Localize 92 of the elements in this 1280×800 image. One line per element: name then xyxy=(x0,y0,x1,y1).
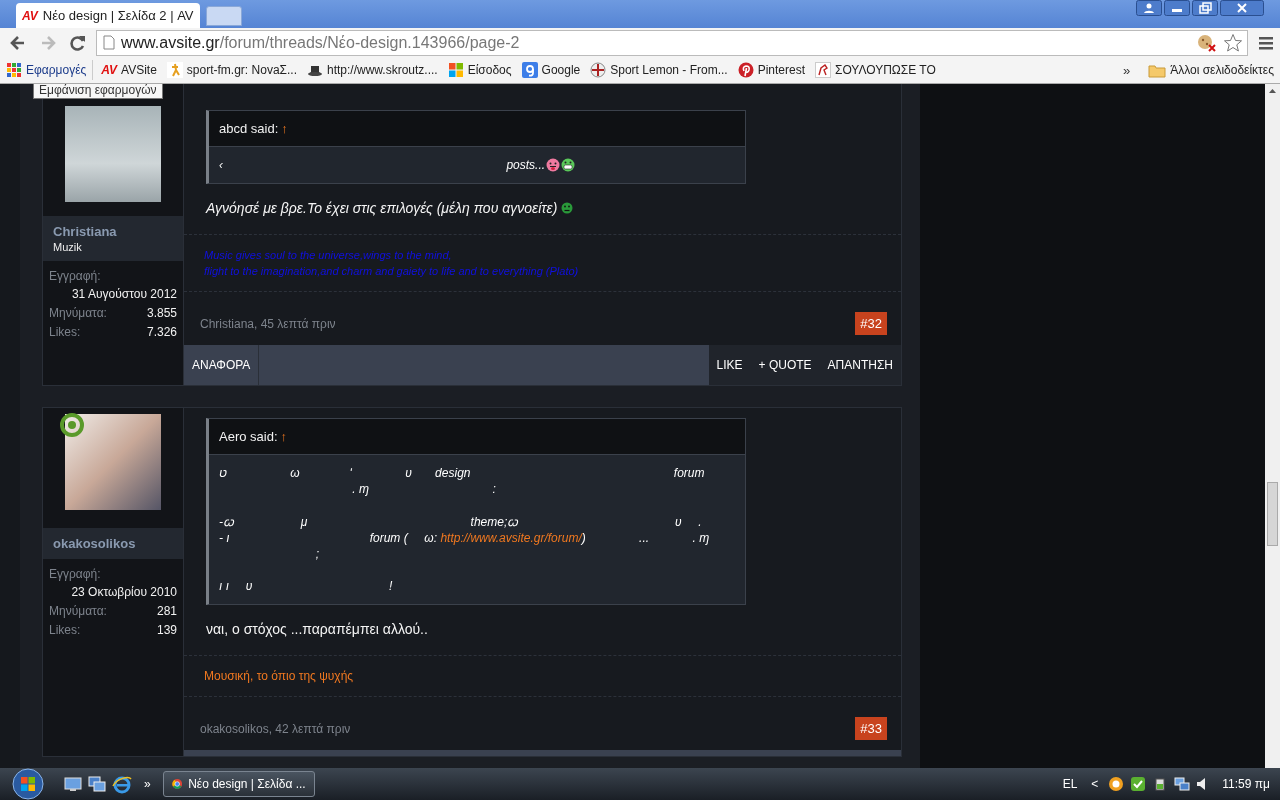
user-title: Muzik xyxy=(53,241,83,253)
bookmark[interactable]: ΣΟΥΛΟΥΠΩΣΕ ΤΟ xyxy=(813,60,938,80)
post-number-link[interactable]: #33 xyxy=(855,717,887,740)
bookmark[interactable]: http://www.skroutz.... xyxy=(304,60,440,80)
check-icon[interactable] xyxy=(1130,776,1147,792)
bookmark[interactable]: Sport Lemon - From... xyxy=(588,60,730,80)
quote-author: Aero said: xyxy=(219,429,278,444)
url-text: www.avsite.gr/forum/threads/Νέο-design.143966/page-2 xyxy=(121,33,520,52)
username-link[interactable]: okakosolikos xyxy=(53,536,173,551)
stat-value: 139 xyxy=(156,623,177,637)
stat-label: Likes: xyxy=(49,623,81,637)
quote-text: ı ı υ ! xyxy=(219,579,393,593)
url-link[interactable]: http://www.avsite.gr/forum/ xyxy=(440,531,582,545)
stat-value: 31 Αυγούστου 2012 xyxy=(70,287,177,301)
smiley-icon xyxy=(561,202,574,214)
stat-value: 23 Οκτωβρίου 2010 xyxy=(70,585,177,599)
grin-smiley-icon xyxy=(561,158,576,172)
runner-icon xyxy=(166,62,183,78)
language-indicator[interactable]: EL xyxy=(1062,777,1078,791)
bookmark[interactable]: Pinterest xyxy=(735,60,807,80)
message-text: ναι, ο στόχος ...παραπέμπει αλλού.. xyxy=(206,621,428,637)
post-action-link[interactable]: LIKE xyxy=(708,345,751,385)
blocked-cookie-icon[interactable] xyxy=(1195,32,1217,53)
avatar-photo-placeholder[interactable] xyxy=(65,414,161,510)
stat-label: Εγγραφή: xyxy=(49,269,102,283)
page-icon xyxy=(103,35,115,50)
menu-icon[interactable] xyxy=(1258,34,1274,51)
jump-to-quote-link[interactable]: ↑ xyxy=(281,121,288,136)
bookmark[interactable]: Είσοδος xyxy=(445,60,514,80)
bookmark[interactable]: Εφαρμογές xyxy=(4,60,94,80)
quote-text: . ɱ : xyxy=(351,482,496,496)
stat-value: 3.855 xyxy=(146,306,177,320)
stat-value: 281 xyxy=(156,604,177,618)
quote-text: ; xyxy=(314,547,320,561)
restore-icon[interactable] xyxy=(1192,0,1218,16)
username-link[interactable]: Christiana xyxy=(53,224,173,239)
overflow-chevron[interactable]: » xyxy=(1122,62,1131,78)
report-link[interactable]: ΑΝΑΦΟΡΑ xyxy=(184,345,260,385)
post-action-link[interactable]: + QUOTE xyxy=(750,345,820,385)
desktop-icon[interactable] xyxy=(64,776,82,792)
network-icon[interactable] xyxy=(1174,776,1191,792)
browser-globe-icon[interactable] xyxy=(112,774,132,794)
quote-author: abcd said: xyxy=(219,121,279,136)
stat-value: 7.326 xyxy=(146,325,177,339)
scrollbar-thumb[interactable] xyxy=(1267,482,1278,546)
minimize-icon[interactable] xyxy=(1164,0,1190,16)
apps-grid-icon xyxy=(6,62,22,78)
quote-text: ט ω ʹ υ design forum xyxy=(219,466,705,480)
scrollbar[interactable] xyxy=(1265,84,1280,768)
chrome-logo-icon xyxy=(171,776,183,792)
folder-icon xyxy=(1148,62,1167,78)
bookmark-folder[interactable]: Άλλοι σελιδοδείκτες xyxy=(1146,60,1276,80)
window-switch-icon[interactable] xyxy=(88,776,106,792)
letter-p-icon xyxy=(737,62,754,78)
stat-label: Εγγραφή: xyxy=(49,567,102,581)
close-icon[interactable] xyxy=(1220,0,1264,16)
post-action-link[interactable]: ΑΠΑΝΤΗΣΗ xyxy=(819,345,901,385)
quote-text: -ꞷ μ theme;ꞷ υ . xyxy=(219,514,702,530)
quote-text: ‹ posts... xyxy=(219,158,546,172)
post-byline: Christiana, 45 λεπτά πριν xyxy=(200,316,336,331)
address-bar[interactable]: www.avsite.gr/forum/threads/Νέο-design.143966/page-2 xyxy=(96,29,1248,56)
user-icon[interactable] xyxy=(1136,0,1162,16)
quote-text: - ı forum ( ω: xyxy=(219,531,439,545)
windows-logo-icon xyxy=(447,62,464,78)
horse-icon xyxy=(815,62,831,78)
stat-label: Likes: xyxy=(49,325,81,339)
bookmark[interactable]: sport-fm.gr: NovaΣ... xyxy=(164,60,299,80)
bookmark[interactable]: Google xyxy=(519,60,583,80)
tongue-smiley-icon xyxy=(546,158,561,172)
show-hidden-icons-button[interactable]: < xyxy=(1091,777,1099,791)
post-number-link[interactable]: #32 xyxy=(855,312,887,335)
post-byline: okakosolikos, 42 λεπτά πριν xyxy=(200,721,351,736)
crest-icon xyxy=(590,62,607,78)
message-text: Αγνόησέ με βρε.Το έχει στις επιλογές (μέλη που αγνοείτε) xyxy=(206,200,558,216)
star-icon[interactable] xyxy=(1223,32,1243,53)
stat-label: Μηνύματα: xyxy=(49,306,107,320)
signature-text: Music gives soul to the universe,wings to the mind, flight to the imagination,and charm and gaiety to life and to everything (Plato) xyxy=(204,248,580,279)
clock-text[interactable]: 11:59 πμ xyxy=(1222,777,1270,791)
taskbar-button[interactable]: Νέο design | Σελίδα ... xyxy=(162,771,315,797)
quote-text: ) ... . ɱ xyxy=(581,531,710,545)
browser-tab[interactable]: AV Νέο design | Σελίδα 2 | AV xyxy=(16,3,200,28)
jump-to-quote-link[interactable]: ↑ xyxy=(280,429,288,444)
letter-g-icon xyxy=(521,62,538,78)
tooltip: Εμφάνιση εφαρμογών xyxy=(33,84,163,99)
signature-text: Μουσική, το όπιο της ψυχής xyxy=(204,668,355,684)
online-indicator-icon xyxy=(59,412,85,438)
site-logo: AV xyxy=(101,63,118,77)
bookmark[interactable]: AV AVSite xyxy=(99,61,159,79)
site-logo: AV xyxy=(22,8,38,23)
overflow-chevron[interactable]: » xyxy=(144,777,151,791)
ring-icon[interactable] xyxy=(1108,776,1125,792)
stat-label: Μηνύματα: xyxy=(49,604,107,618)
